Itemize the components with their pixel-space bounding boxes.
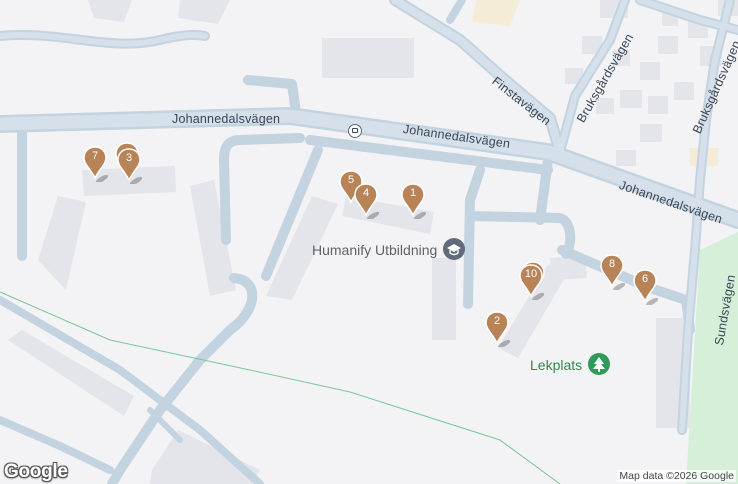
marker-label: 10 bbox=[524, 268, 538, 280]
map-canvas[interactable]: Johannedalsvägen Johannedalsvägen Johann… bbox=[0, 0, 738, 484]
tree-icon[interactable] bbox=[588, 353, 610, 375]
map-marker-1[interactable]: 1 bbox=[400, 183, 426, 219]
marker-label: 1 bbox=[409, 187, 417, 199]
google-logo: Google bbox=[4, 461, 68, 482]
bus-stop-icon[interactable] bbox=[348, 124, 362, 138]
map-marker-8[interactable]: 8 bbox=[599, 254, 625, 290]
marker-label: 4 bbox=[362, 187, 370, 199]
marker-label: 3 bbox=[125, 152, 133, 164]
map-marker-4[interactable]: 4 bbox=[353, 183, 379, 219]
marker-label: 7 bbox=[91, 150, 99, 162]
poi-label-humanify[interactable]: Humanify Utbildning bbox=[312, 242, 437, 258]
map-marker-7[interactable]: 7 bbox=[82, 146, 108, 182]
marker-label: 2 bbox=[493, 315, 501, 327]
marker-label: 8 bbox=[608, 258, 616, 270]
map-attribution[interactable]: Map data ©2026 Google bbox=[617, 470, 736, 482]
map-marker-2[interactable]: 2 bbox=[484, 311, 510, 347]
road-label-johannedalsvagen-west: Johannedalsvägen bbox=[172, 112, 281, 126]
map-marker-10[interactable]: 10 bbox=[518, 264, 544, 300]
map-marker-3[interactable]: 3 bbox=[116, 148, 142, 184]
marker-label: 6 bbox=[641, 273, 649, 285]
map-marker-6[interactable]: 6 bbox=[632, 269, 658, 305]
poi-label-lekplats[interactable]: Lekplats bbox=[530, 357, 582, 373]
school-icon[interactable] bbox=[443, 238, 465, 260]
